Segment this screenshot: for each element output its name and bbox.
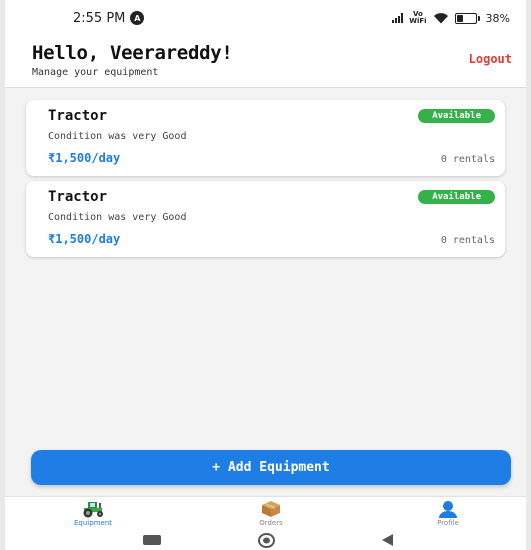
app-screen: 2:55 PM A Vo WiFi 38% Hello, Veerareddy!… [5,0,526,550]
signal-icon [392,13,404,23]
wifi-icon [433,13,448,24]
greeting-title: Hello, Veerareddy! [32,42,233,64]
battery-percent: 38% [485,11,510,25]
recents-icon[interactable] [143,535,161,545]
bottom-navigation: Equipment Orders Profile [5,496,526,530]
home-icon[interactable] [258,533,275,548]
equipment-price: ₹1,500/day [48,151,121,165]
nav-label-orders: Orders [259,519,283,527]
person-icon [439,501,457,518]
header-subtitle: Manage your equipment [32,67,159,78]
status-time: 2:55 PM [73,10,126,26]
status-bar: 2:55 PM A Vo WiFi 38% [5,0,526,36]
nav-item-orders[interactable]: Orders [231,500,311,527]
back-icon[interactable] [380,533,394,547]
nav-label-equipment: Equipment [74,519,112,527]
status-time-group: 2:55 PM A [73,10,145,26]
nav-item-equipment[interactable]: Equipment [53,500,133,527]
nav-item-profile[interactable]: Profile [408,500,488,527]
equipment-rentals: 0 rentals [440,235,495,246]
box-icon [262,501,280,517]
nav-label-profile: Profile [437,519,459,527]
status-badge: Available [418,190,495,204]
battery-fill [456,14,464,22]
volte-label-bottom: WiFi [409,17,427,25]
add-equipment-button[interactable]: + Add Equipment [31,450,511,485]
equipment-rentals: 0 rentals [440,154,495,165]
status-badge: Available [418,109,495,123]
tractor-icon [83,502,103,518]
volte-indicator: Vo WiFi [409,11,426,25]
equipment-name: Tractor [48,108,108,124]
app-header: Hello, Veerareddy! Manage your equipment… [5,36,526,88]
equipment-card[interactable]: Tractor Available Condition was very Goo… [26,181,505,257]
status-icons: Vo WiFi 38% [392,11,510,25]
battery-icon [454,12,480,24]
equipment-name: Tractor [48,189,108,205]
equipment-card[interactable]: Tractor Available Condition was very Goo… [26,100,505,176]
equipment-description: Condition was very Good [48,131,187,142]
logout-button[interactable]: Logout [469,52,512,66]
equipment-price: ₹1,500/day [48,232,121,246]
notification-app-icon: A [130,11,145,25]
equipment-description: Condition was very Good [48,212,187,223]
system-navigation-bar [5,530,526,550]
